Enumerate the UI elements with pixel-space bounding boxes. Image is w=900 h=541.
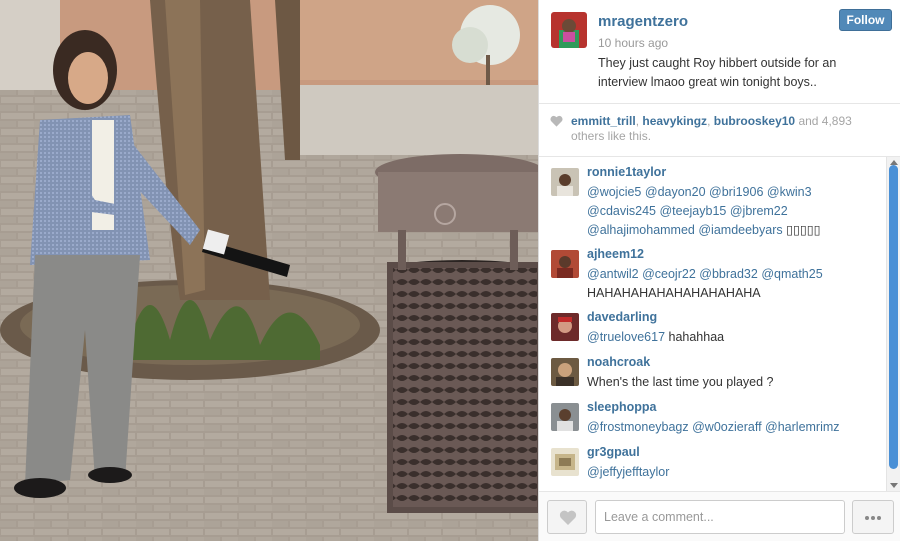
comment-text: @truelove617 hahahhaa (587, 328, 877, 347)
commenter-username[interactable]: davedarling (587, 310, 657, 324)
comment-text-segment: hahahhaa (665, 330, 725, 344)
heart-icon (559, 510, 577, 525)
like-button[interactable] (547, 500, 587, 534)
commenter-avatar[interactable] (551, 313, 579, 341)
mention-link[interactable]: @antwil2 (587, 267, 639, 281)
commenter-username[interactable]: sleephoppa (587, 400, 656, 414)
ellipsis-icon (871, 516, 875, 520)
comment-line: When's the last time you played ? (587, 373, 877, 392)
mention-link[interactable]: @bri1906 (709, 185, 763, 199)
follow-button[interactable]: Follow (839, 9, 892, 31)
comment-input[interactable] (595, 500, 845, 534)
post-photo (0, 0, 538, 541)
likes-separator: , (707, 114, 714, 128)
comment-text: @antwil2 @ceojr22 @bbrad32 @qmath25 HAHAH… (587, 265, 877, 303)
comments-list: ronnie1taylor @wojcie5 @dayon20 @bri1906… (539, 157, 900, 491)
likes-summary: emmitt_trill, heavykingz, bubrooskey10 a… (539, 104, 900, 157)
comment-text-segment: ▯▯▯▯▯ (782, 223, 821, 237)
mention-link[interactable]: @qmath25 (761, 267, 822, 281)
post-timestamp: 10 hours ago (598, 36, 669, 50)
ellipsis-icon (865, 516, 869, 520)
comment-text: @wojcie5 @dayon20 @bri1906 @kwin3 @cdavis… (587, 183, 877, 240)
mention-link[interactable]: @harlemrimz (765, 420, 840, 434)
commenter-avatar[interactable] (551, 358, 579, 386)
liker-link[interactable]: emmitt_trill (571, 114, 636, 128)
comment-footer (539, 491, 900, 541)
comment-line: @antwil2 @ceojr22 @bbrad32 @qmath25 (587, 265, 877, 284)
mention-link[interactable]: @dayon20 (645, 185, 706, 199)
heart-icon (550, 115, 563, 127)
liker-link[interactable]: heavykingz (642, 114, 707, 128)
post-detail-panel: mragentzero 10 hours ago They just caugh… (538, 0, 900, 541)
scrollbar-thumb[interactable] (889, 165, 898, 469)
mention-link[interactable]: @frostmoneybagz (587, 420, 689, 434)
ellipsis-icon (877, 516, 881, 520)
mention-link[interactable]: @jbrem22 (730, 204, 788, 218)
comment-line: @jeffyjefftaylor (587, 463, 877, 482)
more-options-button[interactable] (852, 500, 894, 534)
comment-line: @alhajimohammed @iamdeebyars ▯▯▯▯▯ (587, 221, 877, 240)
mention-link[interactable]: @iamdeebyars (698, 223, 782, 237)
comment-text-segment: When's the last time you played ? (587, 375, 774, 389)
comment-line: @truelove617 hahahhaa (587, 328, 877, 347)
commenter-username[interactable]: gr3gpaul (587, 445, 640, 459)
scroll-down-arrow-icon[interactable] (890, 483, 898, 488)
commenter-username[interactable]: noahcroak (587, 355, 650, 369)
commenter-avatar[interactable] (551, 250, 579, 278)
comment-line: @wojcie5 @dayon20 @bri1906 @kwin3 (587, 183, 877, 202)
photo-image (0, 0, 538, 541)
commenter-username[interactable]: ronnie1taylor (587, 165, 666, 179)
commenter-avatar[interactable] (551, 168, 579, 196)
comment-text: @jeffyjefftaylor (587, 463, 877, 482)
mention-link[interactable]: @teejayb15 (659, 204, 726, 218)
post-caption: They just caught Roy hibbert outside for… (598, 56, 837, 89)
mention-link[interactable]: @bbrad32 (699, 267, 758, 281)
mention-link[interactable]: @ceojr22 (642, 267, 696, 281)
post-header: mragentzero 10 hours ago They just caugh… (539, 0, 900, 104)
comment-line: @frostmoneybagz @w0ozieraff @harlemrimz (587, 418, 877, 437)
owner-avatar[interactable] (551, 12, 587, 48)
mention-link[interactable]: @alhajimohammed (587, 223, 695, 237)
liker-link[interactable]: bubrooskey10 (714, 114, 795, 128)
mention-link[interactable]: @jeffyjefftaylor (587, 465, 669, 479)
mention-link[interactable]: @cdavis245 (587, 204, 656, 218)
comment-line: @cdavis245 @teejayb15 @jbrem22 (587, 202, 877, 221)
comment-text-segment: HAHAHAHAHAHAHAHAHAHA (587, 286, 761, 300)
comment-text: @frostmoneybagz @w0ozieraff @harlemrimz (587, 418, 877, 437)
mention-link[interactable]: @kwin3 (767, 185, 812, 199)
owner-username-link[interactable]: mragentzero (598, 13, 688, 30)
comments-scrollbar[interactable] (886, 157, 900, 491)
mention-link[interactable]: @truelove617 (587, 330, 665, 344)
mention-link[interactable]: @wojcie5 (587, 185, 641, 199)
comment-text: When's the last time you played ? (587, 373, 877, 392)
mention-link[interactable]: @w0ozieraff (692, 420, 761, 434)
commenter-avatar[interactable] (551, 403, 579, 431)
commenter-avatar[interactable] (551, 448, 579, 476)
comment-line: HAHAHAHAHAHAHAHAHAHA (587, 284, 877, 303)
commenter-username[interactable]: ajheem12 (587, 247, 644, 261)
